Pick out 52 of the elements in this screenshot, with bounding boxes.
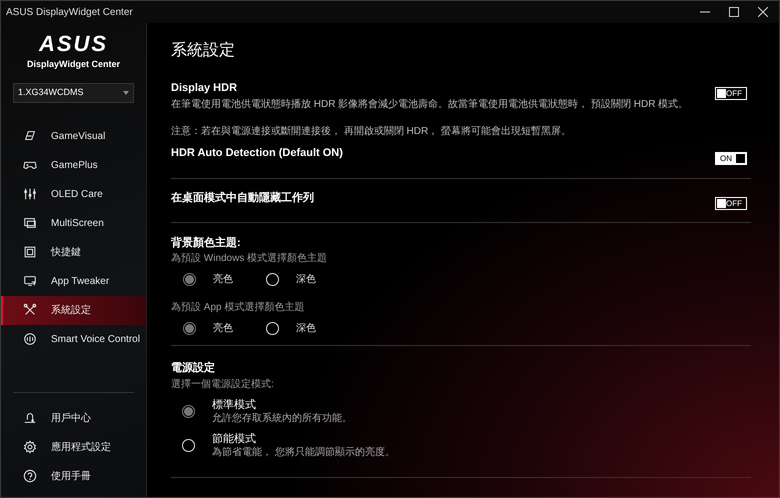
setting-description: 在筆電使用電池供電狀態時播放 HDR 影像將會減少電池壽命。故當筆電使用電池供電狀態時， 預設關閉 HDR 模式。	[171, 98, 688, 111]
sidebar-link[interactable]: 應用程式設定	[1, 432, 146, 462]
option-description: 允許您存取系統內的所有功能。	[212, 412, 352, 425]
nav-item[interactable]: GamePlus	[1, 150, 146, 180]
setting-title: HDR Auto Detection (Default ON)	[171, 146, 343, 160]
option-label: 深色	[296, 322, 316, 336]
option-label: 標準模式	[212, 398, 257, 412]
section-caption: 選擇一個電源設定模式:	[171, 378, 275, 391]
settings-icon	[23, 440, 37, 454]
section-title: 背景顏色主題:	[171, 236, 242, 250]
keyboard-icon	[23, 245, 37, 259]
toggle-switch[interactable]: ON	[715, 152, 747, 165]
nav-item[interactable]: App Tweaker	[1, 266, 146, 296]
setting-note: 注意：若在與電源連接或斷開連接後， 再開啟或關閉 HDR， 螢幕將可能會出現短暫黑屏。	[171, 125, 572, 138]
app-name: DisplayWidget Center	[27, 58, 120, 71]
option-label: 節能模式	[212, 432, 257, 446]
radio-button[interactable]	[183, 273, 196, 286]
sidebar-link[interactable]: 用戶中心	[1, 404, 146, 432]
maximize-icon[interactable]	[729, 7, 739, 17]
window-title: ASUS DisplayWidget Center	[6, 6, 133, 20]
monitor-icon	[23, 129, 37, 143]
laptop-icon	[23, 274, 37, 288]
section-title: 電源設定	[171, 361, 216, 375]
sidebar-link[interactable]: 使用手冊	[1, 462, 146, 490]
option-label: 亮色	[213, 322, 233, 336]
setting-title: Display HDR	[171, 81, 238, 95]
help-icon	[23, 469, 37, 483]
option-label: 亮色	[213, 272, 233, 287]
group-caption: 為預設 App 模式選擇顏色主題	[171, 301, 306, 314]
caret-icon	[123, 90, 129, 94]
group-caption: 為預設 Windows 模式選擇顏色主題	[171, 252, 328, 265]
setting-title: 在桌面模式中自動隱藏工作列	[171, 191, 314, 205]
nav-item[interactable]: 快捷鍵	[1, 238, 146, 266]
nav-item[interactable]: OLED Care	[1, 180, 146, 208]
nav-item[interactable]: Smart Voice Control	[1, 324, 146, 354]
tools-icon	[23, 303, 37, 317]
screens-icon	[23, 216, 37, 230]
nav-item[interactable]: GameVisual	[1, 122, 146, 150]
toggle-switch[interactable]: OFF	[715, 87, 747, 100]
toggle-switch[interactable]: OFF	[715, 197, 747, 210]
option-description: 為節省電能， 您將只能調節顯示的亮度。	[212, 446, 395, 459]
sliders-icon	[23, 187, 37, 201]
close-icon[interactable]	[758, 7, 768, 17]
voice-icon	[23, 332, 37, 346]
nav-item[interactable]: 系統設定	[1, 296, 146, 324]
radio-button[interactable]	[183, 322, 196, 335]
nav-item[interactable]: MultiScreen	[1, 208, 146, 238]
option-label: 深色	[296, 273, 316, 287]
logo: ASUS	[38, 33, 108, 55]
radio-button[interactable]	[182, 405, 195, 418]
device-dropdown[interactable]: 1.XG34WCDMS	[13, 82, 134, 102]
page-title: 系統設定	[171, 40, 236, 61]
